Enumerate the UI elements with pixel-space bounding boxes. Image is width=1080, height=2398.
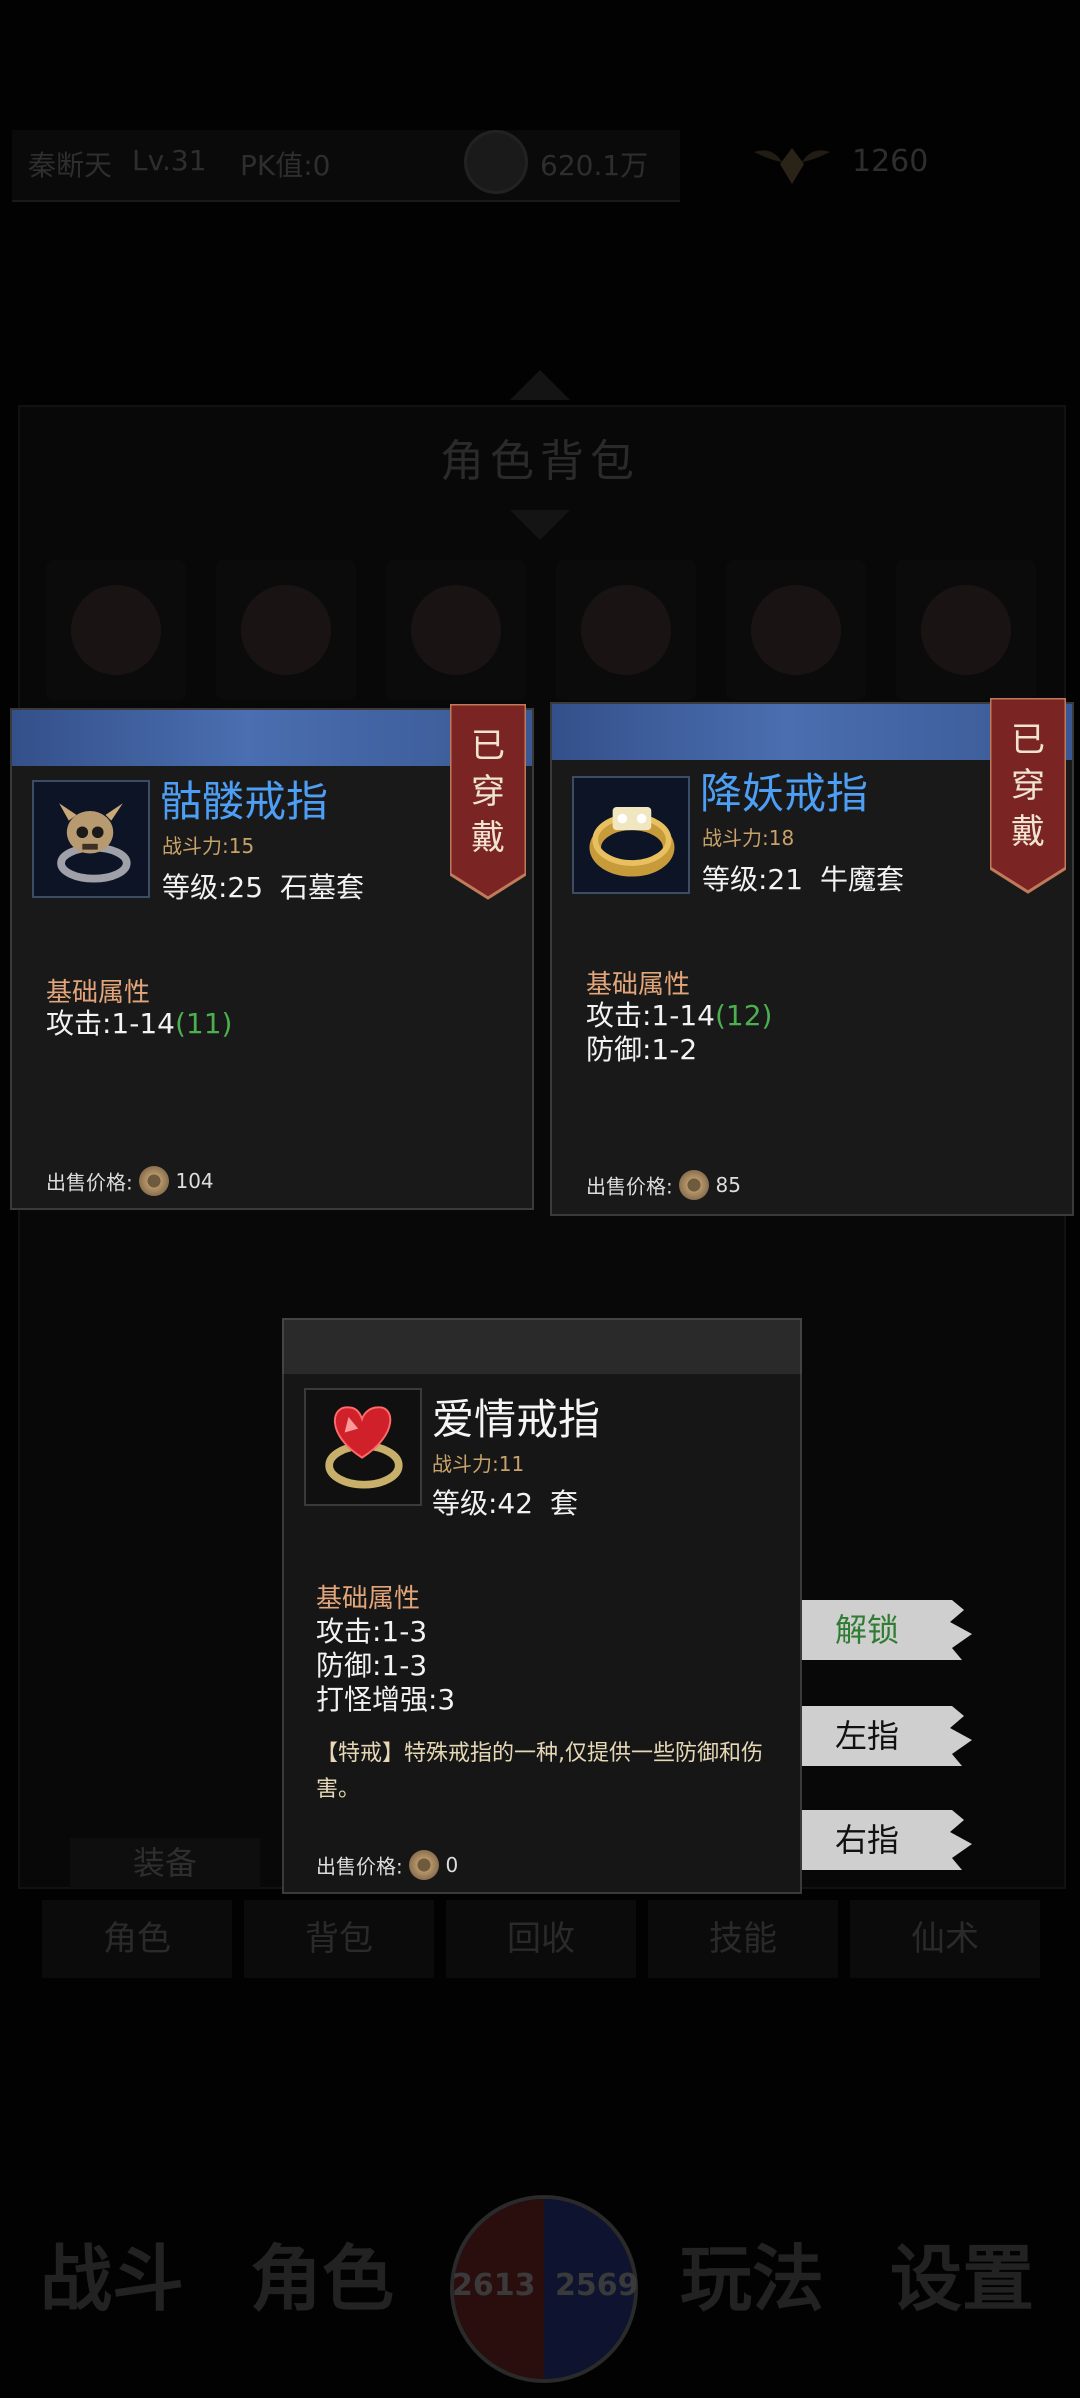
badge-char-2: 穿 (1011, 766, 1045, 806)
coin-icon (139, 1166, 170, 1196)
sell-label: 出售价格: (46, 1170, 133, 1195)
item-name: 降妖戒指 (700, 769, 869, 818)
sell-price: 0 (445, 1853, 459, 1877)
equip-slot-helmet[interactable] (46, 560, 186, 700)
sell-label: 出售价格: (586, 1174, 673, 1199)
left-finger-button[interactable]: 左指 (802, 1706, 972, 1766)
nav-battle[interactable]: 战斗 (40, 2220, 184, 2360)
status-bar: 秦断天 Lv.31 PK值:0 620.1万 (12, 130, 680, 202)
right-finger-button[interactable]: 右指 (802, 1810, 972, 1870)
popup-item-power: 战斗力:11 (432, 1452, 525, 1476)
gem-display: 1260 (740, 130, 1040, 200)
coin-icon (409, 1850, 440, 1880)
sell-label: 出售价格: (316, 1854, 403, 1879)
item-power: 战斗力:15 (162, 834, 255, 858)
badge-char-2: 穿 (471, 772, 505, 812)
attack-value: 攻击:1-14 (46, 1007, 175, 1040)
unlock-button[interactable]: 解锁 (802, 1600, 972, 1660)
badge-char-1: 已 (471, 726, 505, 766)
player-name: 秦断天 (28, 149, 113, 182)
player-level: Lv.31 (132, 144, 207, 177)
skull-ring-icon (32, 780, 150, 898)
tab-recycle[interactable]: 回收 (446, 1900, 636, 1978)
popup-item-level: 等级:42 (432, 1487, 534, 1520)
popup-sell-price-row: 出售价格: 0 (316, 1850, 458, 1880)
item-level: 等级:21 (702, 863, 804, 896)
tab-magic[interactable]: 仙术 (850, 1900, 1040, 1978)
item-level: 等级:25 (162, 871, 264, 904)
nav-character[interactable]: 角色 (250, 2220, 394, 2360)
hp-value: 2613 (452, 2268, 536, 2303)
attack-stat: 攻击:1-14(11) (46, 1002, 232, 1042)
equip-slot-necklace[interactable] (216, 560, 356, 700)
popup-header (282, 1318, 802, 1378)
equip-slot-bracelet-right[interactable] (726, 560, 866, 700)
sell-price: 104 (175, 1169, 214, 1193)
desc-tag: 【特戒】 (316, 1741, 405, 1766)
attack-bonus: (12) (714, 999, 773, 1032)
attack-bonus: (11) (174, 1007, 233, 1040)
sell-price: 85 (715, 1173, 741, 1197)
defense-stat: 防御:1-2 (586, 1033, 698, 1066)
badge-char-3: 戴 (1011, 812, 1045, 852)
equipped-badge-left: 已 穿 戴 (450, 704, 526, 900)
item-name: 骷髅戒指 (160, 777, 329, 826)
equip-slot-belt[interactable] (896, 560, 1036, 700)
gold-amount: 620.1万 (540, 149, 649, 182)
tab-bag[interactable]: 背包 (244, 1900, 434, 1978)
item-detail-popup: 爱情戒指 战斗力:11 等级:42 套 基础属性 攻击:1-3 防御:1-3 打… (282, 1374, 802, 1894)
item-power: 战斗力:18 (702, 826, 795, 850)
tab-character[interactable]: 角色 (42, 1900, 232, 1978)
mp-value: 2569 (555, 2268, 639, 2303)
sell-price-row: 出售价格: 104 (46, 1166, 214, 1196)
coin-icon (679, 1170, 710, 1200)
popup-item-set: 套 (550, 1487, 579, 1520)
popup-pve-stat: 打怪增强:3 (316, 1683, 456, 1716)
badge-char-3: 戴 (471, 818, 505, 858)
nav-settings[interactable]: 设置 (890, 2220, 1034, 2360)
winged-gem-icon (754, 148, 830, 184)
pk-value: PK值:0 (240, 149, 331, 182)
unlock-label: 解锁 (834, 1611, 899, 1649)
left-finger-label: 左指 (834, 1717, 899, 1755)
popup-item-name: 爱情戒指 (432, 1395, 601, 1444)
item-set: 牛魔套 (820, 863, 905, 896)
sell-price-row: 出售价格: 85 (586, 1170, 741, 1200)
gold-ring-icon (572, 776, 690, 894)
equipped-badge-right: 已 穿 戴 (990, 698, 1066, 894)
bag-title: 角色背包 (440, 436, 640, 487)
right-finger-label: 右指 (834, 1821, 899, 1859)
popup-description: 【特戒】特殊戒指的一种,仅提供一些防御和伤害。 (316, 1736, 776, 1808)
gem-count: 1260 (852, 144, 929, 179)
gold-coin-icon (464, 130, 528, 194)
equip-slot-weapon[interactable] (386, 560, 526, 700)
nav-gameplay[interactable]: 玩法 (680, 2220, 824, 2360)
ruby-heart-ring-icon (304, 1388, 422, 1506)
item-set: 石墓套 (280, 871, 365, 904)
tab-skills[interactable]: 技能 (648, 1900, 838, 1978)
equip-slot-bracelet-left[interactable] (556, 560, 696, 700)
badge-char-1: 已 (1011, 720, 1045, 760)
equip-label[interactable]: 装备 (70, 1838, 260, 1888)
